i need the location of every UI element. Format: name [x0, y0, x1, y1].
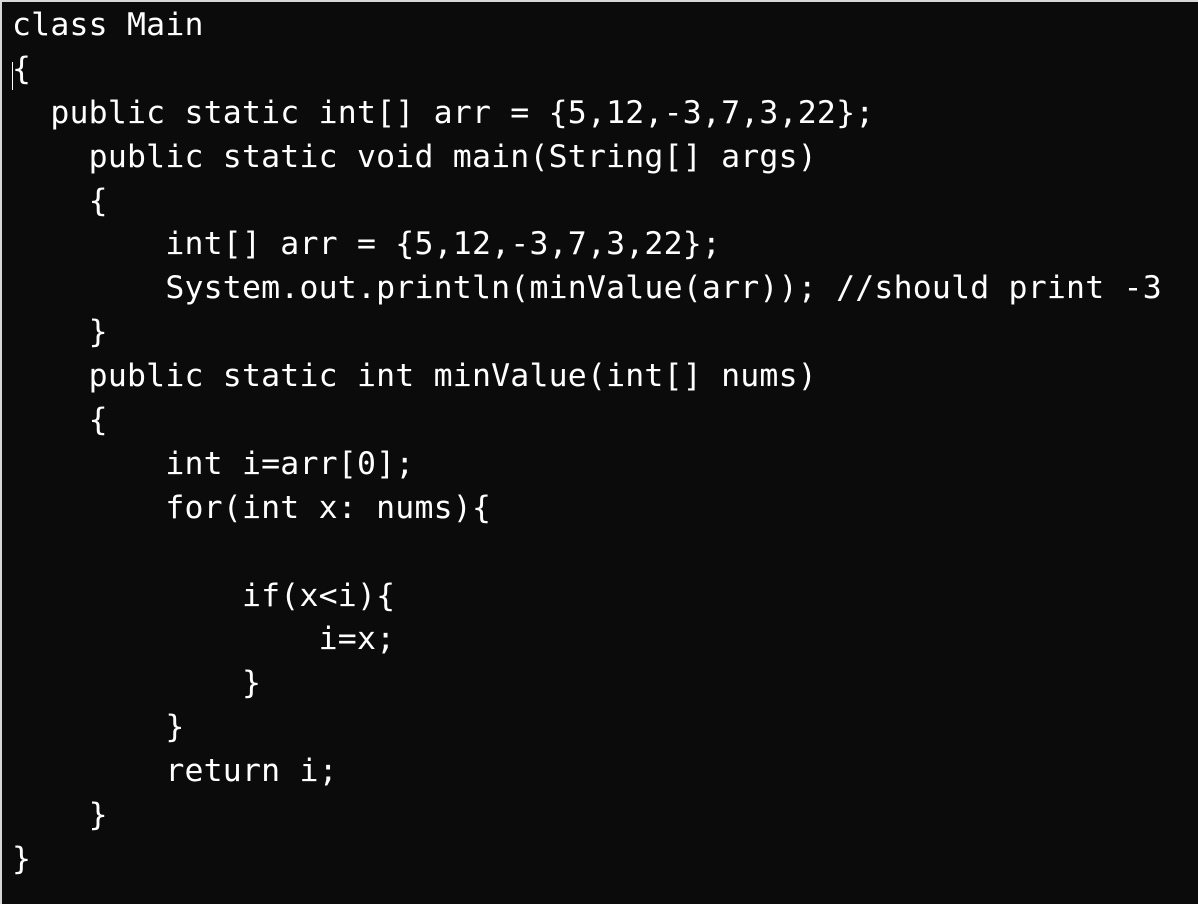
- code-block[interactable]: class Main { public static int[] arr = {…: [12, 4, 1162, 882]
- text-cursor: [12, 62, 13, 90]
- code-line-4: public static void main(String[] args): [12, 138, 817, 175]
- code-line-19: }: [12, 797, 108, 834]
- code-line-1: class Main: [12, 7, 204, 43]
- code-line-10: {: [12, 402, 108, 439]
- code-line-18: return i;: [12, 753, 338, 790]
- code-line-15: i=x;: [12, 621, 396, 658]
- code-line-12: for(int x: nums){: [12, 489, 492, 526]
- code-line-8: }: [12, 314, 108, 351]
- code-line-14: if(x<i){: [12, 577, 396, 614]
- code-line-7: System.out.println(minValue(arr)); //sho…: [12, 270, 1162, 307]
- code-editor[interactable]: class Main { public static int[] arr = {…: [0, 0, 1198, 904]
- code-line-3: public static int[] arr = {5,12,-3,7,3,2…: [12, 94, 875, 131]
- code-line-17: }: [12, 709, 185, 746]
- code-line-2: {: [12, 50, 32, 87]
- code-line-11: int i=arr[0];: [12, 445, 415, 482]
- code-line-20: }: [12, 840, 32, 877]
- code-line-9: public static int minValue(int[] nums): [12, 358, 817, 395]
- code-line-16: }: [12, 665, 262, 702]
- code-line-6: int[] arr = {5,12,-3,7,3,22};: [12, 226, 722, 263]
- code-line-5: {: [12, 182, 108, 219]
